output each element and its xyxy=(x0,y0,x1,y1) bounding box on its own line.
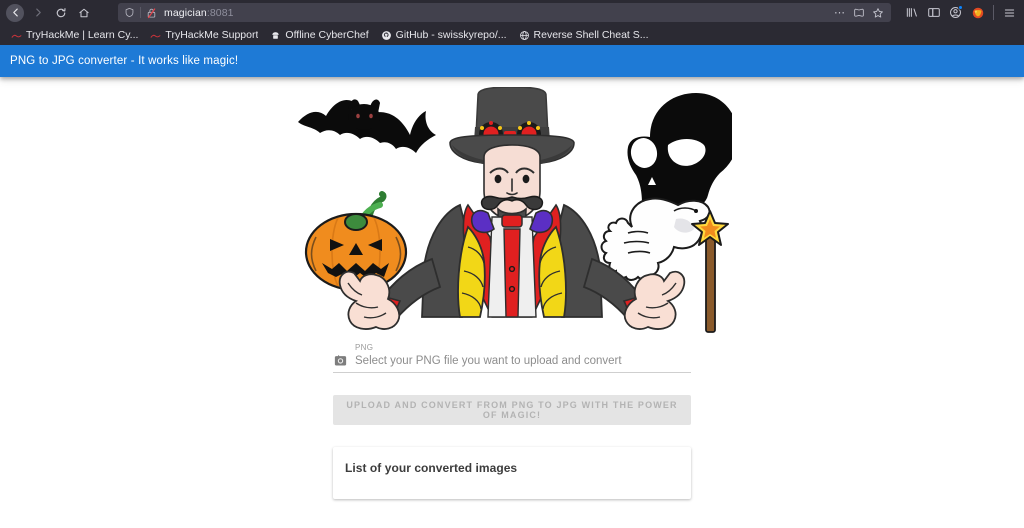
forward-button[interactable] xyxy=(27,3,49,23)
magic-wand-icon xyxy=(691,210,729,333)
upload-convert-button[interactable]: Upload and convert from PNG to JPG with … xyxy=(333,395,691,425)
ghost-icon xyxy=(600,197,711,281)
bat-icon xyxy=(298,99,436,153)
bookmark-label: GitHub - swisskyrepo/... xyxy=(395,29,507,41)
back-arrow-icon xyxy=(12,8,18,17)
skull-icon xyxy=(627,93,732,207)
broken-padlock-icon[interactable] xyxy=(144,5,159,20)
reader-view-icon[interactable] xyxy=(850,4,867,21)
file-field-label: PNG xyxy=(355,343,374,352)
account-notification-badge xyxy=(958,4,963,10)
app-header-bar: PNG to JPG converter - It works like mag… xyxy=(0,45,1024,77)
cyberchef-icon xyxy=(270,30,281,41)
bookmark-label: TryHackMe Support xyxy=(165,29,259,41)
back-button[interactable] xyxy=(6,3,24,22)
upload-form: PNG Select your PNG file you want to upl… xyxy=(333,343,691,499)
reload-button[interactable] xyxy=(50,3,72,23)
sidebar-icon[interactable] xyxy=(923,3,944,23)
hamburger-menu-icon[interactable] xyxy=(999,3,1020,23)
address-bar-actions: ⋯ xyxy=(831,4,887,21)
magician-illustration xyxy=(292,87,732,335)
camera-icon xyxy=(333,353,348,368)
github-icon xyxy=(381,30,392,41)
pocket-glyph xyxy=(972,7,983,18)
url-text: magician:8081 xyxy=(164,7,234,19)
pocket-icon[interactable] xyxy=(967,3,988,23)
toolbar-separator xyxy=(993,5,994,20)
converted-images-title: List of your converted images xyxy=(345,461,518,475)
account-icon[interactable] xyxy=(945,3,966,23)
bookmark-label: TryHackMe | Learn Cy... xyxy=(26,29,139,41)
home-button[interactable] xyxy=(73,3,95,23)
browser-navigation-bar: magician:8081 ⋯ xyxy=(0,0,1024,25)
url-divider xyxy=(140,7,141,18)
star-icon[interactable] xyxy=(869,4,886,21)
bookmark-tryhackme-support[interactable]: TryHackMe Support xyxy=(145,27,263,43)
bookmark-label: Reverse Shell Cheat S... xyxy=(533,29,649,41)
page-title: PNG to JPG converter - It works like mag… xyxy=(10,55,239,67)
file-input-row[interactable]: Select your PNG file you want to upload … xyxy=(333,353,691,373)
ellipsis-icon[interactable]: ⋯ xyxy=(831,4,848,21)
tryhackme-icon xyxy=(11,30,22,41)
library-icon[interactable] xyxy=(901,3,922,23)
bookmarks-bar: TryHackMe | Learn Cy... TryHackMe Suppor… xyxy=(0,25,1024,45)
forward-arrow-icon xyxy=(35,8,41,17)
globe-icon xyxy=(519,30,530,41)
reload-icon xyxy=(56,7,66,17)
browser-chrome: magician:8081 ⋯ TryHackMe | Learn Cy... … xyxy=(0,0,1024,45)
file-input-placeholder: Select your PNG file you want to upload … xyxy=(355,355,622,367)
home-icon xyxy=(79,8,89,17)
browser-toolbar-actions xyxy=(897,3,1020,23)
url-port: :8081 xyxy=(206,6,234,19)
converted-images-card: List of your converted images xyxy=(333,447,691,499)
magician-illustration-svg xyxy=(298,87,732,333)
shield-icon[interactable] xyxy=(122,5,137,20)
bookmark-reverse-shell-cheatsheet[interactable]: Reverse Shell Cheat S... xyxy=(514,27,654,43)
tryhackme-icon xyxy=(150,30,161,41)
address-bar[interactable]: magician:8081 ⋯ xyxy=(118,3,891,22)
bookmark-label: Offline CyberChef xyxy=(285,29,369,41)
url-host: magician xyxy=(164,6,207,19)
page-content: PNG Select your PNG file you want to upl… xyxy=(0,77,1024,499)
web-page: PNG to JPG converter - It works like mag… xyxy=(0,45,1024,528)
bookmark-offline-cyberchef[interactable]: Offline CyberChef xyxy=(265,27,373,43)
bookmark-tryhackme-learn[interactable]: TryHackMe | Learn Cy... xyxy=(6,27,143,43)
bookmark-github-swisskyrepo[interactable]: GitHub - swisskyrepo/... xyxy=(376,27,512,43)
